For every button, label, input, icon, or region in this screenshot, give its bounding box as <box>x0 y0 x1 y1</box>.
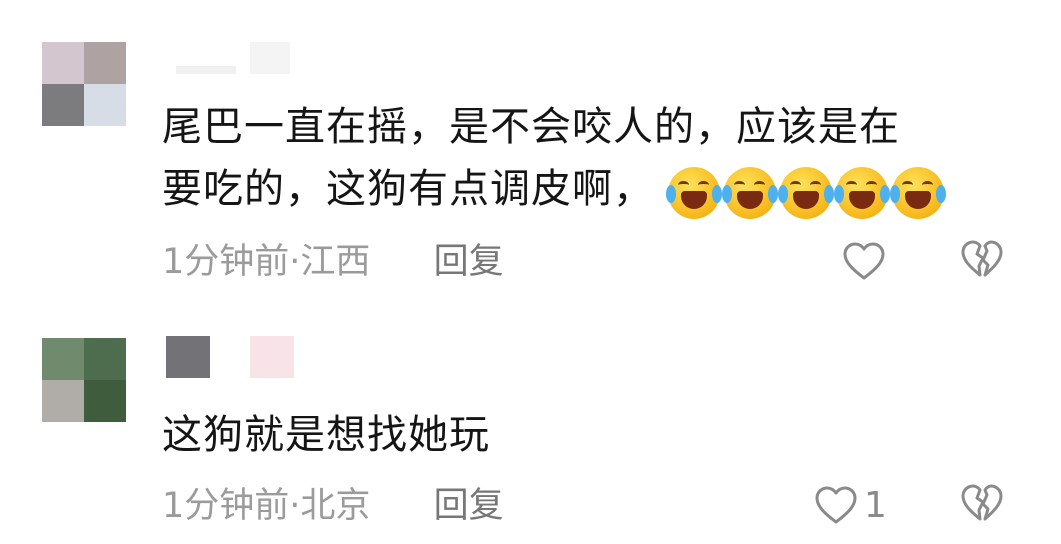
rofl-icon <box>666 167 722 219</box>
like-count: 1 <box>864 484 887 526</box>
comment-item: 尾巴一直在摇，是不会咬人的，应该是在 要吃的，这狗有点调皮啊， 1分钟前 · 江… <box>0 0 1061 310</box>
username-redacted[interactable] <box>166 38 306 78</box>
meta-separator: · <box>289 486 301 526</box>
username-redacted[interactable] <box>166 336 306 378</box>
comment-meta: 1分钟前 · 北京 回复 <box>162 480 504 530</box>
comment-location: 北京 <box>300 486 371 526</box>
heart-outline-icon <box>814 485 858 525</box>
heart-outline-icon <box>842 241 886 281</box>
dislike-button[interactable] <box>960 480 1004 530</box>
avatar[interactable] <box>42 338 126 422</box>
rofl-icon <box>778 167 834 219</box>
broken-heart-icon <box>960 483 1004 527</box>
like-button[interactable] <box>842 236 892 286</box>
comment-item: 这狗就是想找她玩 1分钟前 · 北京 回复 1 <box>0 318 1061 544</box>
comment-meta: 1分钟前 · 江西 回复 <box>162 236 504 286</box>
rofl-icon <box>834 167 890 219</box>
rofl-icon <box>890 167 946 219</box>
comment-text: 尾巴一直在摇，是不会咬人的，应该是在 要吃的，这狗有点调皮啊， <box>162 96 1022 222</box>
comment-text-line: 这狗就是想找她玩 <box>162 412 490 458</box>
rofl-icon <box>722 167 778 219</box>
reply-button[interactable]: 回复 <box>434 481 504 531</box>
dislike-button[interactable] <box>960 236 1004 286</box>
comment-text-line: 尾巴一直在摇，是不会咬人的，应该是在 <box>162 104 900 150</box>
reply-button[interactable]: 回复 <box>434 237 504 287</box>
comment-text: 这狗就是想找她玩 <box>162 404 1022 466</box>
emoji-group <box>666 160 948 222</box>
comment-text-line: 要吃的，这狗有点调皮啊， <box>162 158 1022 222</box>
comment-location: 江西 <box>300 242 371 282</box>
comment-time: 1分钟前 <box>162 486 290 526</box>
like-button[interactable]: 1 <box>814 480 887 530</box>
comment-time: 1分钟前 <box>162 242 290 282</box>
comment-text-content: 要吃的，这狗有点调皮啊， <box>162 166 654 212</box>
broken-heart-icon <box>960 239 1004 283</box>
avatar[interactable] <box>42 42 126 126</box>
meta-separator: · <box>289 242 301 282</box>
